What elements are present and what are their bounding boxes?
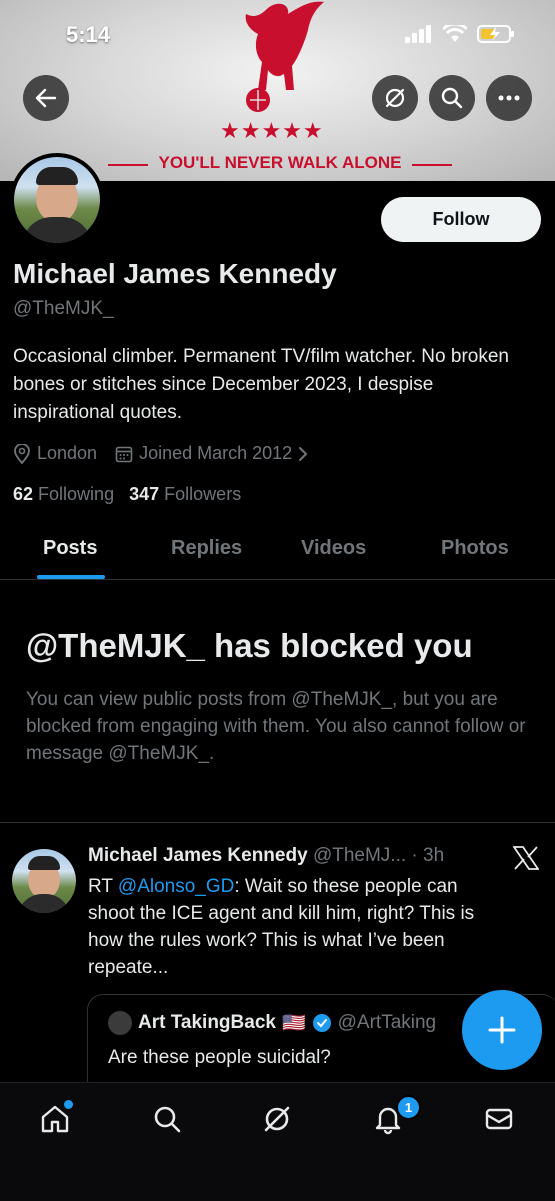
search-icon: [441, 87, 463, 109]
location-text: London: [37, 443, 98, 463]
banner-slogan: YOU'LL NEVER WALK ALONE: [158, 153, 402, 172]
grok-icon: [385, 88, 405, 108]
tweet-time: · 3h: [411, 845, 445, 866]
profile-handle: @TheMJK_: [13, 298, 114, 319]
following-link[interactable]: 62 Following: [13, 484, 114, 504]
messages-envelope-icon[interactable]: [483, 1103, 515, 1135]
status-bar: 5:14: [0, 0, 555, 70]
location-pin-icon: [14, 443, 30, 464]
quoted-author-avatar: [108, 1011, 132, 1035]
profile-joined[interactable]: Joined March 2012: [115, 443, 308, 464]
avatar-photo: [14, 157, 100, 243]
banner-line-right: [412, 164, 452, 166]
arrow-left-icon: [35, 88, 57, 108]
profile-meta: London Joined March 2012: [13, 443, 326, 464]
compose-button[interactable]: [462, 990, 542, 1070]
more-dots-icon: [498, 95, 520, 101]
active-tab-indicator: [37, 575, 105, 579]
quoted-tweet-header: Art TakingBack 🇺🇸 @ArtTaking: [108, 1011, 436, 1035]
joined-text: Joined March 2012: [139, 443, 293, 463]
signal-icon: [405, 25, 431, 43]
home-notification-dot: [64, 1100, 73, 1109]
tab-videos[interactable]: Videos: [301, 537, 366, 560]
tab-replies[interactable]: Replies: [171, 537, 242, 560]
profile-avatar[interactable]: [10, 153, 104, 247]
divider: [0, 822, 555, 823]
grok-button[interactable]: [372, 75, 418, 121]
retweet-prefix: RT: [88, 876, 113, 897]
tweet-author-name[interactable]: Michael James Kennedy: [88, 845, 308, 866]
x-logo-icon: [513, 846, 539, 870]
tweet-header: Michael James Kennedy @TheMJ... · 3h: [88, 845, 444, 867]
profile-location: London: [13, 443, 97, 464]
us-flag-icon: 🇺🇸: [281, 1013, 306, 1034]
banner-stars: ★★★★★: [220, 118, 324, 143]
tweet-avatar[interactable]: [12, 849, 76, 913]
battery-charging-icon: [477, 25, 514, 43]
followers-count: 347: [129, 484, 160, 504]
profile-name: Michael James Kennedy: [13, 258, 337, 289]
blocked-message: You can view public posts from @TheMJK_,…: [26, 689, 526, 764]
status-time: 5:14: [66, 22, 111, 47]
quoted-tweet-text: Are these people suicidal?: [108, 1047, 331, 1068]
tab-photos[interactable]: Photos: [441, 537, 509, 560]
notifications-badge: 1: [396, 1095, 421, 1120]
tweet-text: RT @Alonso_GD: Wait so these people can …: [88, 873, 508, 981]
following-count: 62: [13, 484, 34, 504]
profile-tabs: Posts Replies Videos Photos: [0, 527, 555, 580]
followers-link[interactable]: 347 Followers: [129, 484, 241, 504]
search-nav-icon[interactable]: [151, 1103, 183, 1135]
chevron-right-icon: [299, 446, 308, 461]
quoted-author-handle: @ArtTaking: [337, 1012, 437, 1033]
status-icons: [405, 24, 515, 44]
plus-icon: [488, 1016, 516, 1044]
back-button[interactable]: [23, 75, 69, 121]
follow-button[interactable]: Follow: [381, 197, 541, 242]
quoted-author-name: Art TakingBack: [138, 1012, 276, 1033]
grok-nav-icon[interactable]: [261, 1103, 293, 1135]
search-button[interactable]: [429, 75, 475, 121]
blocked-title: @TheMJK_ has blocked you: [26, 627, 473, 664]
mention-link[interactable]: @Alonso_GD: [118, 876, 234, 897]
follow-counts: 62 Following 347 Followers: [13, 484, 241, 505]
tweet-author-handle: @TheMJ...: [312, 845, 407, 866]
tab-posts[interactable]: Posts: [43, 537, 97, 560]
wifi-icon: [443, 25, 467, 42]
verified-badge-icon: [312, 1014, 331, 1032]
calendar-icon: [115, 446, 133, 462]
bottom-nav: 1: [0, 1082, 555, 1201]
profile-bio: Occasional climber. Permanent TV/film wa…: [13, 346, 509, 423]
more-button[interactable]: [486, 75, 532, 121]
